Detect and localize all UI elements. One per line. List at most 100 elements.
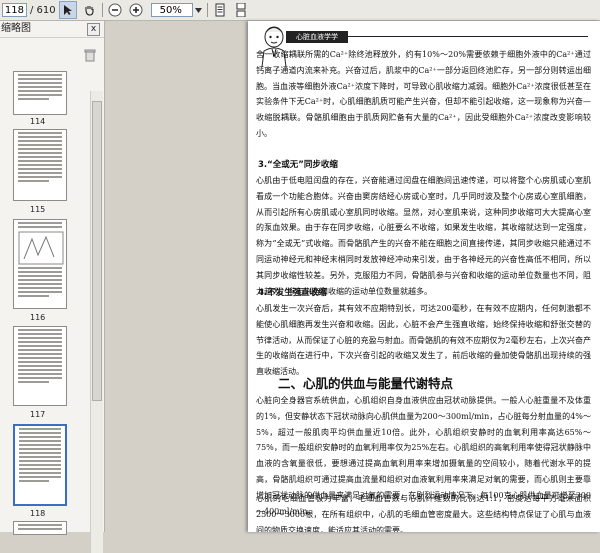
thumbnail-page-119[interactable] xyxy=(13,521,67,535)
thumbnail-sidebar: 缩略图 x 114 115 116 117 118 xyxy=(0,21,105,553)
thumb-text-line xyxy=(18,98,50,100)
thumb-text-line xyxy=(18,132,62,134)
thumb-text-line xyxy=(18,148,62,150)
section-heading: 4.不发生强直收缩 xyxy=(258,288,327,298)
thumbnail-label: 115 xyxy=(30,205,46,214)
thumb-text-line xyxy=(18,279,62,281)
toolbar-separator xyxy=(101,3,103,17)
thumb-text-line xyxy=(18,291,62,293)
body-paragraph: 舍一收缩耦联所需的Ca²⁺除终池释放外，约有10%～20%需要依赖于细胞外液中的… xyxy=(256,50,591,138)
single-page-icon xyxy=(215,3,225,17)
thumb-text-line xyxy=(18,287,62,289)
thumb-text-line xyxy=(18,329,62,331)
thumb-text-line xyxy=(18,369,62,371)
toolbar-separator xyxy=(206,3,208,17)
thumb-text-line xyxy=(19,448,61,450)
minus-circle-icon xyxy=(108,3,122,17)
thumb-text-line xyxy=(18,82,62,84)
thumb-text-line xyxy=(18,361,62,363)
chapter-header-band: 心脏血液学学 xyxy=(286,31,348,43)
thumb-text-line xyxy=(19,460,61,462)
total-pages: / 610 xyxy=(30,4,56,16)
hand-tool-button[interactable] xyxy=(80,1,98,19)
thumb-text-line xyxy=(18,94,62,96)
chapter-subtitle: 二、心肌的供血与能量代谢特点 xyxy=(278,376,454,391)
thumb-text-line xyxy=(18,341,62,343)
thumb-text-line xyxy=(18,275,62,277)
thumbnail-label: 118 xyxy=(30,509,46,518)
sidebar-header: 缩略图 x xyxy=(0,21,104,38)
chevron-down-icon xyxy=(194,7,202,13)
thumbnail-label: 114 xyxy=(30,117,46,126)
zoom-dropdown-button[interactable] xyxy=(194,3,203,17)
thumb-text-line xyxy=(18,86,62,88)
continuous-pages-icon xyxy=(236,3,246,17)
section-heading: 3.“全或无”同步收缩 xyxy=(258,160,338,170)
thumb-text-line xyxy=(18,528,62,530)
sidebar-scrollbar[interactable] xyxy=(90,91,103,553)
close-icon[interactable]: x xyxy=(87,23,100,36)
thumbnail-label: 117 xyxy=(30,410,46,419)
thumb-text-line xyxy=(19,456,61,458)
thumb-text-line xyxy=(18,337,62,339)
thumb-text-line xyxy=(18,353,62,355)
header-rule xyxy=(348,36,588,37)
thumb-text-line xyxy=(18,74,62,76)
thumb-text-line xyxy=(18,524,62,526)
thumbnail-page-118[interactable] xyxy=(13,424,67,506)
single-page-view-button[interactable] xyxy=(211,1,229,19)
thumb-text-line xyxy=(18,136,62,138)
thumbnail-page-114[interactable] xyxy=(13,71,67,115)
thumb-text-line xyxy=(18,365,62,367)
plus-circle-icon xyxy=(129,3,143,17)
hand-icon xyxy=(85,6,94,16)
thumb-text-line xyxy=(19,468,61,470)
thumb-text-line xyxy=(19,444,61,446)
thumb-text-line xyxy=(18,90,62,92)
thumbnail-page-116[interactable] xyxy=(13,219,67,309)
thumb-text-line xyxy=(18,176,62,178)
thumb-text-line xyxy=(18,377,62,379)
zoom-out-button[interactable] xyxy=(106,1,124,19)
thumb-text-line xyxy=(18,172,62,174)
scrollbar-thumb[interactable] xyxy=(92,101,102,401)
document-page: 心脏血液学学 舍一收缩耦联所需的Ca²⁺除终池释放外，约有10%～20%需要依赖… xyxy=(248,21,600,532)
thumb-text-line xyxy=(18,333,62,335)
thumb-text-line xyxy=(18,373,62,375)
thumb-text-line xyxy=(18,144,62,146)
select-tool-button[interactable] xyxy=(58,1,77,19)
thumb-text-line xyxy=(18,222,62,224)
thumb-text-line xyxy=(18,226,62,228)
thumb-figure xyxy=(18,231,64,265)
thumb-text-line xyxy=(18,180,50,182)
body-paragraph: 心肌发生一次兴奋后，其有效不应期特别长，可达200毫秒，在有效不应期内，任何刺激… xyxy=(256,304,591,377)
thumb-text-line xyxy=(19,440,61,442)
thumb-text-line xyxy=(18,164,62,166)
thumbnail-label: 116 xyxy=(30,313,46,322)
thumb-text-line xyxy=(18,283,62,285)
cursor-icon xyxy=(63,5,72,15)
thumb-text-line xyxy=(18,152,62,154)
thumb-text-line xyxy=(18,168,62,170)
thumb-text-line xyxy=(19,464,61,466)
body-paragraph: 心肌由于低电阻闰盘的存在，兴奋能通过闰盘在细胞间迅速传递，可以将整个心房肌或心室… xyxy=(256,176,591,296)
thumb-text-line xyxy=(18,156,62,158)
trash-icon[interactable] xyxy=(84,49,96,62)
thumb-text-line xyxy=(19,476,61,478)
thumbnail-page-115[interactable] xyxy=(13,129,67,201)
body-paragraph: 心肌的毛细血管极为丰富，毛细血管数与心肌纤维数的比例达1:1，密度达每平方毫米面… xyxy=(256,494,591,532)
thumb-text-line xyxy=(19,432,61,434)
thumbnail-page-117[interactable] xyxy=(13,326,67,406)
thumb-text-line xyxy=(19,480,49,482)
thumb-text-line xyxy=(18,345,62,347)
toolbar: 118 / 610 50% xyxy=(0,0,600,21)
thumb-text-line xyxy=(18,78,62,80)
zoom-level-field[interactable]: 50% xyxy=(150,3,193,17)
thumb-text-line xyxy=(18,271,62,273)
thumb-text-line xyxy=(19,436,61,438)
zoom-in-button[interactable] xyxy=(127,1,145,19)
page-number-input[interactable]: 118 xyxy=(2,3,27,17)
thumb-text-line xyxy=(18,349,62,351)
sidebar-title: 缩略图 xyxy=(1,23,31,34)
continuous-view-button[interactable] xyxy=(232,1,250,19)
